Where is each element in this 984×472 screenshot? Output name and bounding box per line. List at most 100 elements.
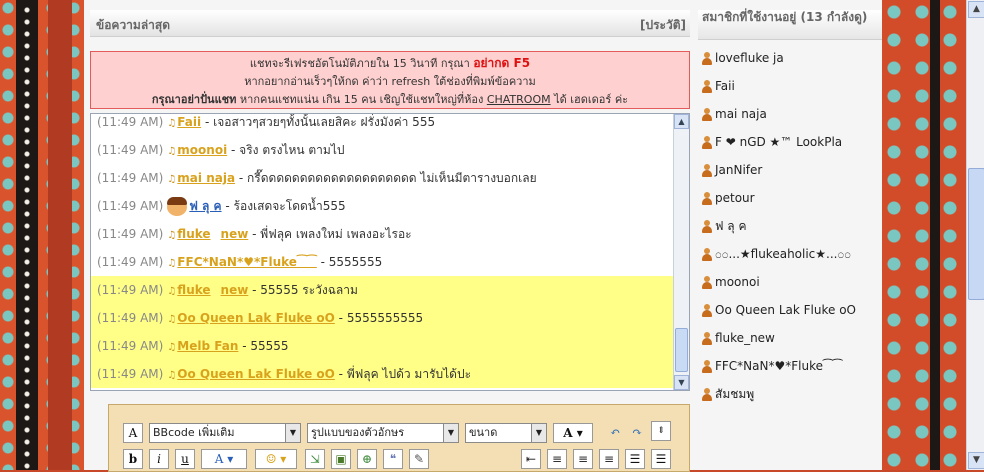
align-left-icon[interactable]: ≡ — [547, 449, 567, 469]
scroll-down-arrow-icon[interactable]: ▼ — [968, 452, 984, 469]
message-username-link[interactable]: mai naja — [177, 171, 235, 185]
scroll-up-arrow-icon[interactable]: ▲ — [968, 1, 984, 18]
message-text: - ร้องเสดจะโดดน้ำ555 — [225, 199, 346, 213]
message-text: - 5555555555 — [338, 311, 424, 325]
undo-icon[interactable]: ↶ — [605, 423, 625, 443]
bold-button[interactable]: b — [123, 449, 143, 469]
member-list-item[interactable]: Oo Queen Lak Fluke oO — [702, 300, 856, 320]
insert-media-icon[interactable]: ⊕ — [357, 449, 377, 469]
bbcode-select[interactable]: BBcode เพิ่มเติม ▼ — [149, 423, 301, 443]
user-icon — [702, 332, 712, 345]
music-note-icon: ♫ — [167, 174, 177, 185]
member-name: ೦೦...★flukeaholic★...೦೦ — [715, 247, 851, 261]
member-list-item[interactable]: ೦೦...★flukeaholic★...೦೦ — [702, 244, 851, 264]
member-list-item[interactable]: สัมชมพู — [702, 384, 754, 404]
message-username-link[interactable]: ฟ ลุ ค — [189, 199, 221, 213]
emoticon-icon[interactable]: ☺ ▾ — [255, 449, 297, 469]
message-username-suffix-link[interactable]: new — [221, 283, 249, 297]
user-icon — [702, 304, 712, 317]
redo-icon[interactable]: ↷ — [627, 423, 647, 443]
size-select-value: ขนาด — [469, 426, 498, 439]
user-icon — [702, 276, 712, 289]
member-list-item[interactable]: JanNifer — [702, 160, 762, 180]
member-list-item[interactable]: petour — [702, 188, 755, 208]
message-username-link[interactable]: fluke — [177, 227, 210, 241]
message-text: - 55555 ระวังฉลาม — [252, 283, 358, 297]
chat-panel: ข้อความล่าสุด [ประวัติ] แชทจะรีเฟรชอัตโน… — [84, 0, 698, 472]
align-center-icon[interactable]: ≡ — [573, 449, 593, 469]
scroll-up-arrow-icon[interactable]: ▲ — [674, 114, 689, 129]
chevron-down-icon: ▼ — [531, 424, 546, 442]
font-select[interactable]: รูปแบบของตัวอักษร ▼ — [307, 423, 459, 443]
page-scroll-thumb[interactable] — [968, 168, 984, 300]
message-text: - 5555555 — [320, 255, 383, 269]
insert-link-icon[interactable]: ⇲ — [305, 449, 325, 469]
member-name: petour — [715, 191, 755, 205]
member-list-item[interactable]: FFC*NaN*♥*Fluke⁀⁀ — [702, 356, 842, 376]
message-username-link[interactable]: Oo Queen Lak Fluke oO — [177, 367, 335, 381]
user-icon — [702, 164, 712, 177]
editor-toolbar: A BBcode เพิ่มเติม ▼ รูปแบบของตัวอักษร ▼… — [108, 404, 690, 472]
chat-log[interactable]: (11:49 AM) ♫Faii - เจอสาวๆสวยๆทั้งนั้นเลย… — [90, 113, 690, 391]
insert-image-icon[interactable]: ▣ — [331, 449, 351, 469]
member-list-item[interactable]: mai naja — [702, 104, 767, 124]
member-list-item[interactable]: ฟ ลุ ค — [702, 216, 747, 236]
member-list-item[interactable]: F ❤ nGD ★™ LookPla — [702, 132, 842, 152]
member-list-item[interactable]: Faii — [702, 76, 735, 96]
user-icon — [702, 388, 712, 401]
music-note-icon: ♫ — [167, 230, 177, 241]
member-list-item[interactable]: fluke_new — [702, 328, 775, 348]
scroll-down-arrow-icon[interactable]: ▼ — [674, 375, 689, 390]
size-select[interactable]: ขนาด ▼ — [465, 423, 547, 443]
align-right-icon[interactable]: ≡ — [599, 449, 619, 469]
unordered-list-icon[interactable]: ☰ — [651, 449, 671, 469]
message-text: - พี่ฟลุค เพลงใหม่ เพลงอะไรอะ — [252, 227, 412, 241]
resize-icon[interactable]: ⇕ — [651, 421, 671, 441]
member-list-item[interactable]: lovefluke ja — [702, 48, 784, 68]
message-time: (11:49 AM) — [97, 255, 164, 269]
message-username-link[interactable]: FFC*NaN*♥*Fluke⁀⁀ — [177, 255, 317, 269]
chat-scrollbar[interactable]: ▲ ▼ — [673, 114, 689, 390]
notice-no-spam: กรุณาอย่าปั่นแชท — [151, 93, 237, 106]
history-link[interactable]: [ประวัติ] — [640, 16, 686, 35]
user-icon — [702, 136, 712, 149]
member-name: F ❤ nGD ★™ LookPla — [715, 135, 843, 149]
user-icon — [702, 108, 712, 121]
message-username-suffix-link[interactable]: new — [221, 227, 249, 241]
underline-button[interactable]: u — [175, 449, 195, 469]
font-color-button[interactable]: A ▾ — [201, 449, 247, 469]
member-name: ฟ ลุ ค — [715, 219, 747, 233]
page-scrollbar[interactable]: ▲ ▼ — [966, 0, 984, 470]
members-panel: สมาชิกที่ใช้งานอยู่ (13 กำลังดู) loveflu… — [698, 0, 882, 470]
chatroom-link[interactable]: CHATROOM — [487, 93, 551, 106]
member-name: mai naja — [715, 107, 767, 121]
message-text: - เจอสาวๆสวยๆทั้งนั้นเลยสิคะ ฝรั่งมังค่า… — [204, 115, 436, 129]
message-text: - กรี๊ดดดดดดดดดดดดดดดดดดดด ไม่เห็นมีตารา… — [238, 171, 537, 185]
decorative-ribbon-dots — [21, 4, 33, 470]
message-username-link[interactable]: Melb Fan — [177, 339, 238, 353]
member-list-item[interactable]: moonoi — [702, 272, 760, 292]
outdent-icon[interactable]: ⇤ — [521, 449, 541, 469]
format-icon[interactable]: A — [123, 423, 143, 443]
member-name: Faii — [715, 79, 735, 93]
member-name: JanNifer — [715, 163, 763, 177]
text-format-button[interactable]: A ▾ — [553, 423, 593, 443]
ordered-list-icon[interactable]: ☰ — [625, 449, 645, 469]
member-name: moonoi — [715, 275, 760, 289]
music-note-icon: ♫ — [167, 370, 177, 381]
italic-button[interactable]: i — [149, 449, 169, 469]
scroll-thumb[interactable] — [675, 328, 688, 372]
member-name: FFC*NaN*♥*Fluke⁀⁀ — [715, 359, 843, 373]
quote-icon[interactable]: ❝ — [383, 449, 403, 469]
music-note-icon: ♫ — [167, 118, 177, 129]
message-time: (11:49 AM) — [97, 171, 164, 185]
message-username-link[interactable]: Oo Queen Lak Fluke oO — [177, 311, 335, 325]
message-time: (11:49 AM) — [97, 227, 164, 241]
message-username-link[interactable]: moonoi — [177, 143, 227, 157]
code-icon[interactable]: ✎ — [409, 449, 429, 469]
chat-panel-header: ข้อความล่าสุด [ประวัติ] — [90, 10, 690, 37]
message-username-link[interactable]: fluke — [177, 283, 210, 297]
message-username-link[interactable]: Faii — [177, 115, 201, 129]
chevron-down-icon: ▼ — [443, 424, 458, 442]
notice-line1: แชทจะรีเฟรชอัตโนมัติภายใน 15 วินาที กรุณ… — [249, 57, 470, 70]
